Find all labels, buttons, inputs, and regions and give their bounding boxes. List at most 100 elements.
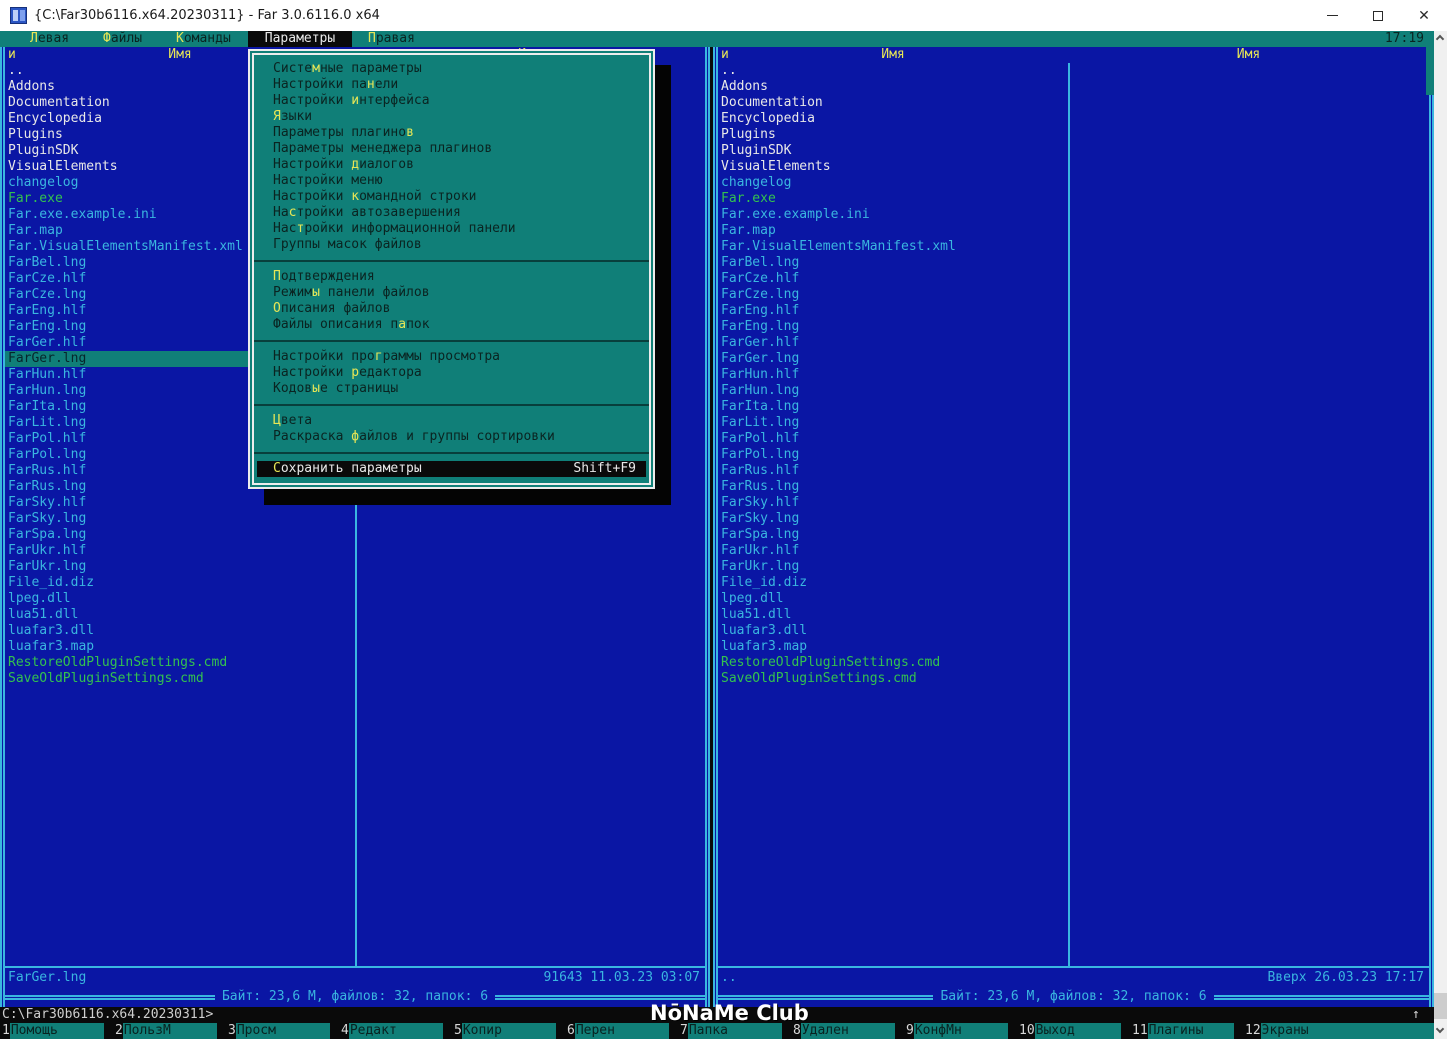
file-item[interactable]: luafar3.map: [718, 639, 1068, 655]
dropdown-item[interactable]: Цвета: [254, 413, 649, 429]
file-item[interactable]: FarCze.hlf: [718, 271, 1068, 287]
dropdown-item[interactable]: Раскраска файлов и группы сортировки: [254, 429, 649, 445]
dropdown-item[interactable]: Настройки интерфейса: [254, 93, 649, 109]
file-panel-right: и Имя Имя .. Addons Documentation Encyclope…: [713, 47, 1434, 1007]
fkey-12[interactable]: 12 Экраны: [1243, 1023, 1434, 1039]
menubar-item-5[interactable]: Правая: [368, 31, 415, 47]
file-item[interactable]: FarEng.hlf: [718, 303, 1068, 319]
scroll-up-icon[interactable]: [1435, 34, 1445, 44]
maximize-icon: [1373, 10, 1383, 21]
fkey-6[interactable]: 6 Перен: [565, 1023, 669, 1039]
dropdown-item[interactable]: Сохранить параметры Shift+F9: [257, 461, 646, 477]
file-item[interactable]: Far.exe: [718, 191, 1068, 207]
file-item[interactable]: FarPol.lng: [718, 447, 1068, 463]
file-item[interactable]: FarUkr.lng: [5, 559, 355, 575]
file-item[interactable]: lua51.dll: [5, 607, 355, 623]
dropdown-item[interactable]: Параметры плагинов: [254, 125, 649, 141]
dropdown-item[interactable]: Языки: [254, 109, 649, 125]
file-item[interactable]: lua51.dll: [718, 607, 1068, 623]
clock: 17:19: [1384, 31, 1424, 46]
file-item[interactable]: RestoreOldPluginSettings.cmd: [5, 655, 355, 671]
dropdown-item[interactable]: Описания файлов: [254, 301, 649, 317]
file-item[interactable]: FarRus.hlf: [718, 463, 1068, 479]
dropdown-item[interactable]: Режимы панели файлов: [254, 285, 649, 301]
dropdown-item[interactable]: Параметры менеджера плагинов: [254, 141, 649, 157]
file-item[interactable]: FarIta.lng: [718, 399, 1068, 415]
file-item[interactable]: FarPol.hlf: [718, 431, 1068, 447]
fkey-10[interactable]: 10 Выход: [1017, 1023, 1121, 1039]
maximize-button[interactable]: [1355, 0, 1401, 31]
file-item[interactable]: FarSpa.lng: [718, 527, 1068, 543]
file-item[interactable]: changelog: [718, 175, 1068, 191]
file-item[interactable]: luafar3.dll: [718, 623, 1068, 639]
file-item[interactable]: FarHun.lng: [718, 383, 1068, 399]
fkey-9[interactable]: 9 КонфМн: [904, 1023, 1008, 1039]
dropdown-item[interactable]: Группы масок файлов: [254, 237, 649, 253]
file-item[interactable]: FarRus.lng: [718, 479, 1068, 495]
minimize-button[interactable]: [1309, 0, 1355, 31]
dropdown-item[interactable]: Настройки программы просмотра: [254, 349, 649, 365]
file-item[interactable]: FarHun.hlf: [718, 367, 1068, 383]
dropdown-item[interactable]: Настройки редактора: [254, 365, 649, 381]
dropdown-item[interactable]: Настройки меню: [254, 173, 649, 189]
fkey-4[interactable]: 4 Редакт: [339, 1023, 443, 1039]
dropdown-item[interactable]: Настройки панели: [254, 77, 649, 93]
file-item[interactable]: Far.exe.example.ini: [718, 207, 1068, 223]
file-item[interactable]: Documentation: [718, 95, 1068, 111]
dropdown-item[interactable]: Подтверждения: [254, 269, 649, 285]
file-item[interactable]: SaveOldPluginSettings.cmd: [5, 671, 355, 687]
file-item[interactable]: Far.VisualElementsManifest.xml: [718, 239, 1068, 255]
file-item[interactable]: FarCze.lng: [718, 287, 1068, 303]
file-item[interactable]: luafar3.map: [5, 639, 355, 655]
file-item[interactable]: RestoreOldPluginSettings.cmd: [718, 655, 1068, 671]
file-item[interactable]: FarSky.lng: [718, 511, 1068, 527]
fkey-2[interactable]: 2 ПользМ: [113, 1023, 217, 1039]
dropdown-item[interactable]: Настройки диалогов: [254, 157, 649, 173]
scroll-down-icon[interactable]: [1435, 1024, 1445, 1034]
menubar-item-1[interactable]: Левая: [30, 31, 69, 47]
close-button[interactable]: ✕: [1401, 0, 1447, 31]
file-item[interactable]: Encyclopedia: [718, 111, 1068, 127]
dropdown-item[interactable]: Системные параметры: [254, 61, 649, 77]
file-item[interactable]: FarUkr.hlf: [5, 543, 355, 559]
file-item[interactable]: SaveOldPluginSettings.cmd: [718, 671, 1068, 687]
dropdown-item[interactable]: Настройки автозавершения: [254, 205, 649, 221]
file-item[interactable]: File_id.diz: [5, 575, 355, 591]
dropdown-item[interactable]: Настройки информационной панели: [254, 221, 649, 237]
file-item[interactable]: PluginSDK: [718, 143, 1068, 159]
file-item[interactable]: Plugins: [718, 127, 1068, 143]
fkey-8[interactable]: 8 Удален: [791, 1023, 895, 1039]
file-item[interactable]: ..: [718, 63, 1068, 79]
file-item[interactable]: FarUkr.hlf: [718, 543, 1068, 559]
menubar-item-2[interactable]: Файлы: [103, 31, 142, 47]
file-item[interactable]: Addons: [718, 79, 1068, 95]
file-item[interactable]: FarBel.lng: [718, 255, 1068, 271]
file-item[interactable]: File_id.diz: [718, 575, 1068, 591]
menubar-item-3[interactable]: Команды: [176, 31, 231, 47]
file-item[interactable]: FarUkr.lng: [718, 559, 1068, 575]
dropdown-item[interactable]: Кодовые страницы: [254, 381, 649, 397]
file-item[interactable]: FarGer.hlf: [718, 335, 1068, 351]
file-item[interactable]: VisualElements: [718, 159, 1068, 175]
scrollbar-thumb[interactable]: [1434, 993, 1447, 1019]
file-item[interactable]: FarSky.lng: [5, 511, 355, 527]
file-item[interactable]: lpeg.dll: [5, 591, 355, 607]
console-scrollbar[interactable]: [1434, 31, 1447, 1039]
history-up-arrow-icon[interactable]: ↑: [1412, 1007, 1420, 1023]
fkey-3[interactable]: 3 Просм: [226, 1023, 330, 1039]
fkey-1[interactable]: 1 Помощь: [0, 1023, 104, 1039]
menubar-item-4[interactable]: Параметры: [248, 31, 352, 47]
fkey-5[interactable]: 5 Копир: [452, 1023, 556, 1039]
file-item[interactable]: FarLit.lng: [718, 415, 1068, 431]
file-item[interactable]: FarSky.hlf: [718, 495, 1068, 511]
fkey-7[interactable]: 7 Папка: [678, 1023, 782, 1039]
file-item[interactable]: Far.map: [718, 223, 1068, 239]
file-item[interactable]: FarGer.lng: [718, 351, 1068, 367]
fkey-11[interactable]: 11 Плагины: [1130, 1023, 1234, 1039]
file-item[interactable]: FarEng.lng: [718, 319, 1068, 335]
file-item[interactable]: FarSpa.lng: [5, 527, 355, 543]
dropdown-item[interactable]: Файлы описания папок: [254, 317, 649, 333]
file-item[interactable]: luafar3.dll: [5, 623, 355, 639]
dropdown-item[interactable]: Настройки командной строки: [254, 189, 649, 205]
file-item[interactable]: lpeg.dll: [718, 591, 1068, 607]
